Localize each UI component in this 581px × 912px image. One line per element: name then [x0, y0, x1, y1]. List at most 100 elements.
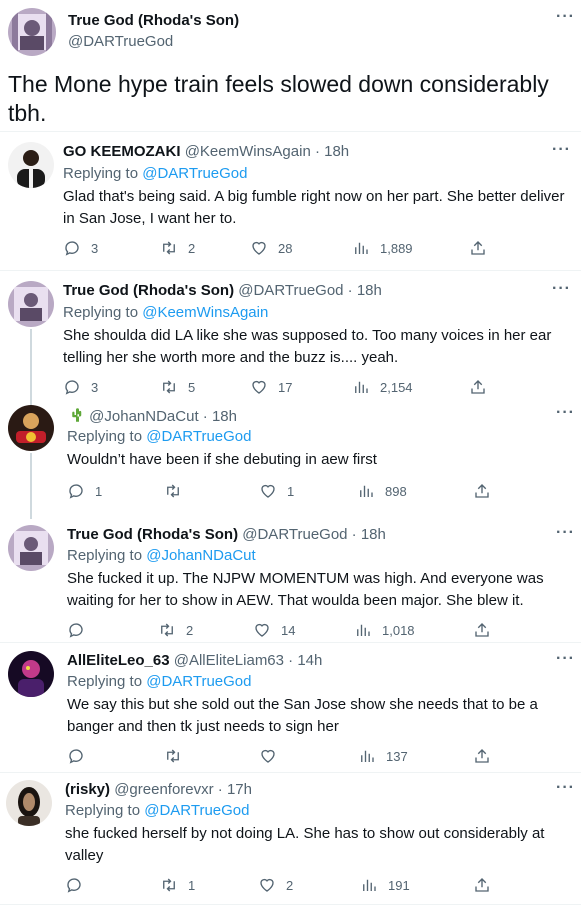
author-handle-time[interactable]: @AllEliteLiam63 · 14h: [174, 652, 323, 669]
reply-button[interactable]: 3: [63, 239, 101, 257]
views-button[interactable]: 2,154: [352, 378, 413, 396]
reply-button[interactable]: [65, 876, 103, 894]
replying-to-link[interactable]: @DARTrueGod: [146, 428, 251, 445]
views-button[interactable]: 1,889: [352, 239, 413, 257]
avatar[interactable]: [6, 780, 52, 826]
like-button[interactable]: 1: [259, 482, 297, 500]
author-name[interactable]: AllEliteLeo_63: [67, 652, 170, 669]
like-button[interactable]: [259, 747, 297, 765]
share-button[interactable]: [473, 482, 501, 500]
share-button[interactable]: [473, 621, 501, 639]
share-button[interactable]: [469, 378, 497, 396]
like-button[interactable]: 2: [258, 876, 296, 894]
author-name[interactable]: True God (Rhoda's Son): [68, 12, 239, 29]
share-button[interactable]: [473, 876, 501, 894]
reply-button[interactable]: [67, 747, 105, 765]
replying-to-link[interactable]: @DARTrueGod: [146, 673, 251, 690]
author-handle[interactable]: @DARTrueGod: [68, 33, 173, 50]
share-icon: [475, 878, 489, 892]
retweet-button[interactable]: 1: [160, 876, 198, 894]
avatar[interactable]: [8, 281, 54, 327]
like-button[interactable]: 17: [250, 378, 292, 396]
divider: [0, 270, 581, 271]
reply-header: @JohanNDaCut · 18h: [67, 406, 237, 425]
avatar-image: [6, 780, 52, 826]
author-name[interactable]: GO KEEMOZAKI: [63, 143, 181, 160]
views-button[interactable]: 137: [358, 747, 408, 765]
author-handle-time[interactable]: @DARTrueGod · 18h: [238, 282, 382, 299]
reply-count: 3: [91, 379, 99, 395]
more-icon[interactable]: ···: [556, 779, 575, 797]
author-name[interactable]: True God (Rhoda's Son): [67, 526, 238, 543]
avatar-image: [8, 8, 56, 56]
reply-text: She shoulda did LA like she was supposed…: [63, 327, 552, 366]
retweet-button[interactable]: [164, 747, 202, 765]
views-count: 1,018: [382, 622, 415, 638]
reply-icon: [65, 241, 79, 256]
retweet-icon: [163, 241, 175, 255]
reply-button[interactable]: [67, 621, 105, 639]
more-icon[interactable]: ···: [552, 141, 571, 159]
replying-to-link[interactable]: @DARTrueGod: [142, 165, 247, 182]
more-icon[interactable]: ···: [556, 8, 575, 26]
more-icon[interactable]: ···: [556, 650, 575, 668]
reply-icon: [69, 484, 83, 499]
views-icon: [357, 624, 370, 636]
share-button[interactable]: [473, 747, 501, 765]
author-name[interactable]: (risky): [65, 781, 110, 798]
like-icon: [255, 623, 269, 637]
author-name[interactable]: True God (Rhoda's Son): [63, 282, 234, 299]
retweet-icon: [167, 749, 179, 763]
reply-header: True God (Rhoda's Son) @DARTrueGod · 18h: [63, 282, 382, 299]
divider: [0, 772, 581, 773]
retweet-button[interactable]: 5: [160, 378, 198, 396]
reply-button[interactable]: 1: [67, 482, 105, 500]
share-icon: [471, 380, 485, 394]
action-bar: 1 2 191: [65, 876, 505, 896]
views-button[interactable]: 1,018: [354, 621, 415, 639]
divider: [0, 904, 581, 905]
action-bar: 3 2 28 1,889: [63, 239, 503, 259]
share-icon: [471, 241, 485, 255]
reply-icon: [69, 749, 83, 764]
author-handle-time[interactable]: @KeemWinsAgain · 18h: [185, 143, 349, 160]
share-icon: [475, 749, 489, 763]
more-icon[interactable]: ···: [552, 280, 571, 298]
replying-to: Replying to @KeemWinsAgain: [63, 304, 268, 321]
avatar[interactable]: [8, 405, 54, 451]
like-icon: [260, 878, 274, 892]
author-handle-time[interactable]: @JohanNDaCut · 18h: [89, 408, 237, 425]
reply-text: Glad that's being said. A big fumble rig…: [63, 188, 565, 227]
reply-header: GO KEEMOZAKI @KeemWinsAgain · 18h: [63, 143, 349, 160]
reply-button[interactable]: 3: [63, 378, 101, 396]
avatar[interactable]: [8, 142, 54, 188]
replying-to-link[interactable]: @JohanNDaCut: [146, 547, 255, 564]
retweet-button[interactable]: [164, 482, 202, 500]
author-handle-time[interactable]: @DARTrueGod · 18h: [242, 526, 386, 543]
like-button[interactable]: 28: [250, 239, 292, 257]
avatar[interactable]: [8, 8, 56, 56]
replying-to: Replying to @DARTrueGod: [67, 428, 251, 445]
reply-count: 1: [95, 483, 103, 499]
like-button[interactable]: 14: [253, 621, 295, 639]
replying-label: Replying to: [67, 428, 147, 445]
replying-label: Replying to: [67, 673, 147, 690]
author-handle-time[interactable]: @greenforevxr · 17h: [114, 781, 252, 798]
replying-to-link[interactable]: @KeemWinsAgain: [142, 304, 268, 321]
avatar[interactable]: [8, 525, 54, 571]
avatar[interactable]: [8, 651, 54, 697]
retweet-button[interactable]: 2: [158, 621, 196, 639]
more-icon[interactable]: ···: [556, 404, 575, 422]
views-button[interactable]: 191: [360, 876, 410, 894]
like-icon: [261, 749, 275, 763]
retweet-count: 1: [188, 877, 196, 893]
share-button[interactable]: [469, 239, 497, 257]
retweet-icon: [163, 878, 175, 892]
replying-to-link[interactable]: @DARTrueGod: [144, 802, 249, 819]
more-icon[interactable]: ···: [556, 524, 575, 542]
retweet-count: 5: [188, 379, 196, 395]
views-button[interactable]: 898: [357, 482, 407, 500]
retweet-button[interactable]: 2: [160, 239, 198, 257]
replying-label: Replying to: [65, 802, 145, 819]
reply-icon: [69, 623, 83, 638]
